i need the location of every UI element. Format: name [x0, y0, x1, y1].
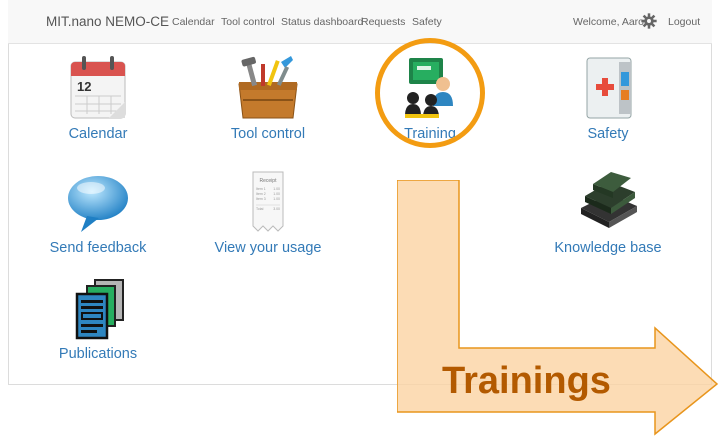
nav-calendar[interactable]: Calendar — [172, 16, 215, 28]
speech-bubble-icon — [68, 176, 128, 232]
tile-tool-control[interactable]: Tool control — [208, 54, 328, 142]
svg-text:1.00: 1.00 — [273, 192, 280, 196]
navbar: MIT.nano NEMO-CE Calendar Tool control S… — [8, 0, 712, 44]
welcome-user[interactable]: Welcome, Aaron — [573, 16, 650, 28]
first-aid-cabinet-icon — [586, 57, 632, 119]
tile-view-usage[interactable]: Receipt Item 1 1.00 Item 2 1.00 Item 3 1.00… — [208, 168, 328, 256]
tile-calendar-label[interactable]: Calendar — [38, 126, 158, 142]
toolbox-icon — [238, 56, 298, 119]
calendar-icon: 12 — [70, 56, 126, 119]
svg-text:12: 12 — [77, 79, 91, 94]
svg-text:3.00: 3.00 — [273, 207, 280, 211]
svg-text:Item 3: Item 3 — [256, 197, 266, 201]
tile-calendar[interactable]: 12 Calendar — [38, 54, 158, 142]
documents-icon — [75, 279, 124, 340]
tile-publications-label[interactable]: Publications — [38, 346, 158, 362]
tile-safety[interactable]: Safety — [548, 54, 668, 142]
nav-safety[interactable]: Safety — [412, 16, 442, 28]
tile-safety-label[interactable]: Safety — [548, 126, 668, 142]
callout-text: Trainings — [442, 360, 611, 402]
nav-tool-control[interactable]: Tool control — [221, 16, 275, 28]
tile-send-feedback[interactable]: Send feedback — [38, 168, 158, 256]
training-highlight-ring — [375, 38, 485, 148]
nav-status-dashboard[interactable]: Status dashboard — [281, 16, 363, 28]
svg-text:1.00: 1.00 — [273, 187, 280, 191]
svg-text:Total: Total — [256, 207, 264, 211]
tile-tool-control-label[interactable]: Tool control — [208, 126, 328, 142]
svg-text:Item 1: Item 1 — [256, 187, 266, 191]
tile-view-usage-label[interactable]: View your usage — [208, 240, 328, 256]
brand-link[interactable]: MIT.nano NEMO-CE — [46, 14, 169, 29]
svg-text:Receipt: Receipt — [260, 178, 278, 184]
logout-link[interactable]: Logout — [668, 16, 700, 28]
gear-icon[interactable] — [640, 12, 658, 30]
svg-text:Item 2: Item 2 — [256, 192, 266, 196]
tile-send-feedback-label[interactable]: Send feedback — [38, 240, 158, 256]
receipt-icon: Receipt Item 1 1.00 Item 2 1.00 Item 3 1.00… — [252, 171, 284, 232]
tile-publications[interactable]: Publications — [38, 276, 158, 362]
nav-requests[interactable]: Requests — [361, 16, 405, 28]
svg-text:1.00: 1.00 — [273, 197, 280, 201]
